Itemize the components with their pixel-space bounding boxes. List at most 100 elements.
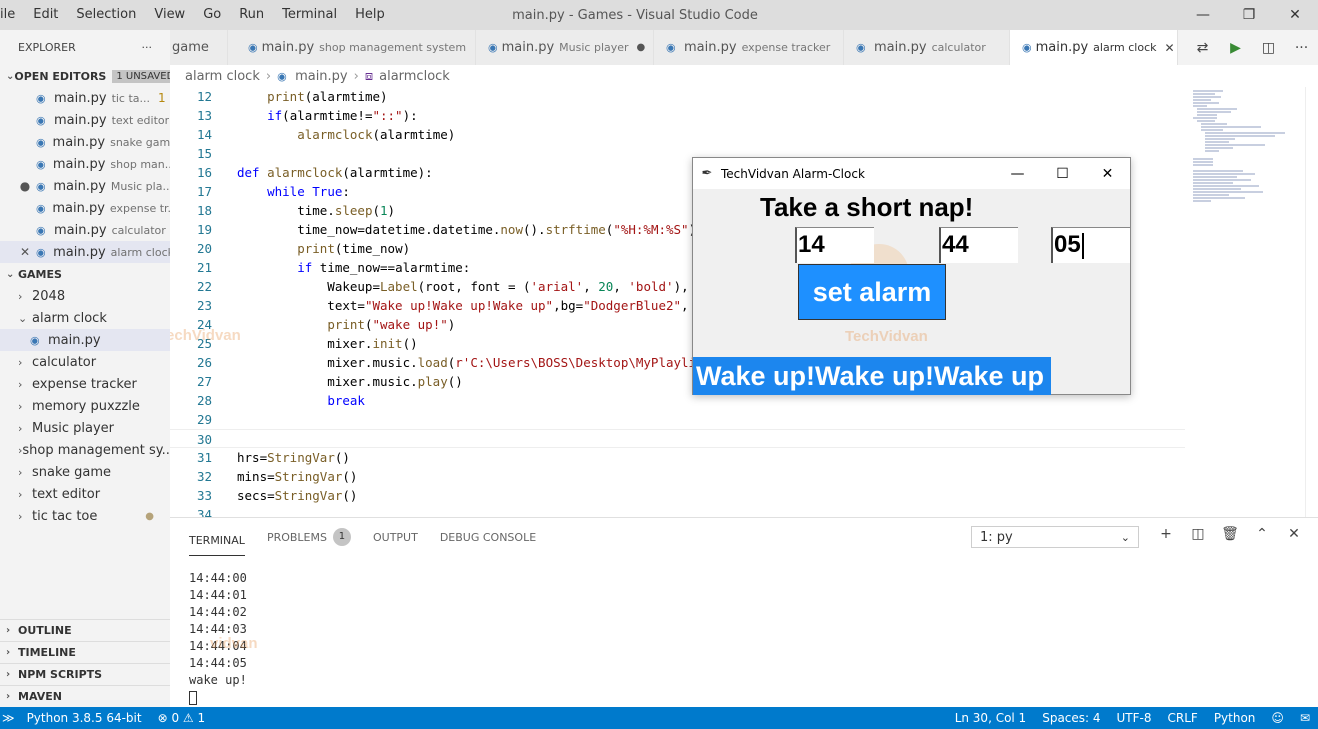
seconds-input[interactable]: 05 [1051,227,1130,263]
python-file-icon: ◉ [666,41,676,54]
split-editor-icon[interactable]: ◫ [1252,40,1285,56]
open-editor-item[interactable]: ◉ main.py calculator [0,219,170,241]
problems-status[interactable]: ⊗ 0 ⚠ 1 [150,711,214,725]
sidebar: EXPLORER ··· ⌄ OPEN EDITORS 1 UNSAVED ◉ … [0,30,170,707]
maven-header[interactable]: › MAVEN [0,685,170,707]
tab-game[interactable]: game [170,30,228,65]
open-editor-item[interactable]: ◉ main.py shop man... [0,153,170,175]
code-line-current: 30 [170,429,1185,448]
tab-expense-tracker[interactable]: ◉ main.py expense tracker [654,30,844,65]
breadcrumb-folder[interactable]: alarm clock [185,69,260,84]
tab-calculator[interactable]: ◉ main.py calculator [844,30,1010,65]
open-editors-header[interactable]: ⌄ OPEN EDITORS 1 UNSAVED [0,65,170,87]
open-editor-item[interactable]: ◉ main.py expense tr... [0,197,170,219]
maximize-icon[interactable]: ☐ [1040,158,1085,189]
code-line: 29 [196,412,212,427]
remote-icon[interactable]: ≫ [0,711,19,725]
tree-folder-memory-puzzle[interactable]: › memory puxzzle [0,395,170,417]
trash-icon[interactable]: 🗑 [1214,526,1246,542]
terminal-line: 14:44:01 [189,588,247,602]
open-editor-item[interactable]: ◉ main.py text editor [0,109,170,131]
tab-alarm-clock[interactable]: ◉ main.py alarm clock ✕ [1010,30,1178,65]
tk-window-title: TechVidvan Alarm-Clock [721,166,865,181]
menu-file[interactable]: ile [0,0,24,30]
games-header[interactable]: ⌄ GAMES [0,263,170,285]
menu-edit[interactable]: Edit [24,0,67,30]
feedback-icon[interactable]: ☺ [1263,711,1292,725]
tree-folder-alarm-clock[interactable]: ⌄ alarm clock [0,307,170,329]
tree-folder-calculator[interactable]: › calculator [0,351,170,373]
code-line: 13 if(alarmtime!="::"): [196,108,418,123]
outline-header[interactable]: › OUTLINE [0,619,170,641]
cursor-position[interactable]: Ln 30, Col 1 [947,711,1035,725]
minutes-input[interactable]: 44 [939,227,1018,263]
restore-icon[interactable]: ❐ [1226,0,1272,30]
language-mode[interactable]: Python [1206,711,1264,725]
open-editor-item[interactable]: ◉ main.py tic ta... 1 [0,87,170,109]
close-tab-icon[interactable]: ✕ [1165,41,1175,55]
hours-input[interactable]: 14 [795,227,874,263]
npm-scripts-header[interactable]: › NPM SCRIPTS [0,663,170,685]
tree-folder-text-editor[interactable]: › text editor [0,483,170,505]
indentation[interactable]: Spaces: 4 [1034,711,1108,725]
tk-title-bar[interactable]: ✒ TechVidvan Alarm-Clock — ☐ ✕ [693,158,1130,189]
close-panel-icon[interactable]: ✕ [1278,526,1310,542]
more-actions-icon[interactable]: ··· [142,41,153,54]
tree-file-main-py[interactable]: ◉ main.py [0,329,170,351]
tree-folder-snake-game[interactable]: › snake game [0,461,170,483]
breadcrumb-file[interactable]: main.py [295,69,348,84]
tab-output[interactable]: OUTPUT [373,518,418,556]
minimize-icon[interactable]: — [995,158,1040,189]
python-file-icon: ◉ [488,41,498,54]
maximize-panel-icon[interactable]: ⌃ [1246,526,1278,542]
close-icon[interactable]: ✕ [1272,0,1318,30]
menu-view[interactable]: View [145,0,194,30]
editor-scrollbar[interactable] [1305,87,1318,517]
menu-bar: ile Edit Selection View Go Run Terminal … [0,0,394,30]
tree-folder-expense-tracker[interactable]: › expense tracker [0,373,170,395]
minimize-icon[interactable]: — [1180,0,1226,30]
tree-folder-2048[interactable]: › 2048 [0,285,170,307]
tab-debug-console[interactable]: DEBUG CONSOLE [440,518,536,556]
chevron-down-icon: ⌄ [6,268,15,280]
watermark-text: TechVidvan [845,328,928,345]
tab-shop-management[interactable]: ◉ main.py shop management system [228,30,476,65]
run-icon[interactable]: ▶ [1219,40,1252,56]
unsaved-dot-icon: ● [636,42,646,53]
tree-folder-music-player[interactable]: › Music player [0,417,170,439]
set-alarm-button[interactable]: set alarm [798,264,946,320]
open-editor-item-active[interactable]: ✕ ◉ main.py alarm clock [0,241,170,263]
close-icon[interactable]: ✕ [1085,158,1130,189]
bell-icon[interactable]: ✉ [1292,711,1318,725]
tab-terminal[interactable]: TERMINAL [189,526,245,556]
menu-run[interactable]: Run [230,0,273,30]
code-line: 12 print(alarmtime) [196,89,388,104]
code-line: 33 secs=StringVar() [196,488,358,503]
tree-folder-tic-tac-toe[interactable]: › tic tac toe ● [0,505,170,527]
end-of-line[interactable]: CRLF [1160,711,1206,725]
terminal-select[interactable]: 1: py ⌄ [971,526,1139,548]
python-file-icon: ◉ [36,91,46,105]
menu-selection[interactable]: Selection [67,0,145,30]
tab-problems[interactable]: PROBLEMS 1 [267,518,351,556]
menu-terminal[interactable]: Terminal [273,0,346,30]
open-editor-item[interactable]: ◉ main.py snake game [0,131,170,153]
new-terminal-icon[interactable]: + [1150,526,1182,542]
minimap[interactable] [1185,87,1305,517]
timeline-header[interactable]: › TIMELINE [0,641,170,663]
breadcrumb-symbol[interactable]: alarmclock [379,69,450,84]
tab-music-player[interactable]: ◉ main.py Music player ● [476,30,654,65]
terminal-cursor [189,690,197,705]
encoding[interactable]: UTF-8 [1109,711,1160,725]
compare-changes-icon[interactable]: ⇄ [1186,40,1219,56]
open-editor-item[interactable]: ● ◉ main.py Music pla... [0,175,170,197]
tree-folder-shop[interactable]: › shop management sy... [0,439,170,461]
terminal-line: 14:44:00 [189,571,247,585]
python-interpreter[interactable]: Python 3.8.5 64-bit [19,711,150,725]
menu-help[interactable]: Help [346,0,394,30]
split-terminal-icon[interactable]: ◫ [1182,526,1214,542]
more-actions-icon[interactable]: ··· [1285,40,1318,56]
menu-go[interactable]: Go [194,0,230,30]
close-editor-icon[interactable]: ✕ [19,245,31,259]
editor-tabs: game ◉ main.py shop management system ◉ mai… [170,30,1318,65]
